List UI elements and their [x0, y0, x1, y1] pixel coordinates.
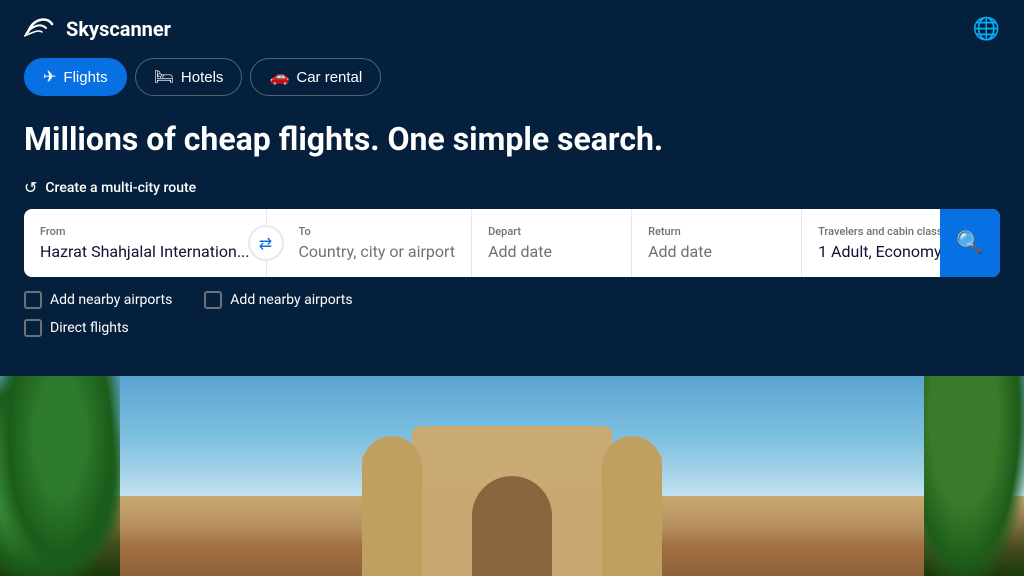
tab-hotels-label: Hotels [181, 69, 224, 86]
add-nearby-from-checkbox[interactable]: Add nearby airports [24, 291, 172, 309]
add-nearby-to-label: Add nearby airports [230, 292, 352, 308]
tab-hotels[interactable]: 🛏 Hotels [135, 58, 243, 96]
from-value: Hazrat Shahjalal Internation... [40, 242, 250, 261]
logo: Skyscanner [24, 14, 171, 44]
return-label: Return [648, 225, 785, 238]
search-bar: From Hazrat Shahjalal Internation... ⇄ T… [24, 209, 1000, 277]
to-field[interactable]: To Country, city or airport [267, 209, 473, 277]
direct-flights-row: Direct flights [24, 319, 1000, 337]
hotels-icon: 🛏 [154, 67, 174, 87]
skyscanner-logo-icon [24, 14, 56, 44]
app-name: Skyscanner [66, 17, 171, 41]
tab-car-rental[interactable]: 🚗 Car rental [250, 58, 381, 96]
depart-field[interactable]: Depart Add date [472, 209, 632, 277]
nav-tabs: ✈ Flights 🛏 Hotels 🚗 Car rental [0, 58, 1024, 112]
car-icon: 🚗 [269, 67, 289, 87]
hero-section: Millions of cheap flights. One simple se… [0, 112, 1024, 357]
tab-car-label: Car rental [296, 69, 362, 86]
gate-tower-left [362, 436, 422, 576]
header: Skyscanner 🌐 [0, 0, 1024, 58]
multi-city-link[interactable]: ↺ Create a multi-city route [24, 178, 1000, 197]
add-nearby-from-label: Add nearby airports [50, 292, 172, 308]
gate-arch [472, 476, 552, 576]
hero-title: Millions of cheap flights. One simple se… [24, 120, 1000, 158]
swap-icon: ⇄ [259, 234, 272, 253]
return-placeholder: Add date [648, 242, 785, 261]
checkbox-box-nearby-to[interactable] [204, 291, 222, 309]
multi-city-icon: ↺ [24, 178, 37, 197]
multi-city-label: Create a multi-city route [45, 180, 196, 196]
filter-row: Add nearby airports Add nearby airports [24, 291, 1000, 309]
return-field[interactable]: Return Add date [632, 209, 802, 277]
direct-flights-label: Direct flights [50, 320, 129, 336]
building [262, 426, 762, 576]
tree-right [924, 376, 1024, 576]
search-button[interactable]: 🔍 [940, 209, 1000, 277]
tab-flights-label: Flights [63, 69, 107, 86]
to-placeholder: Country, city or airport [299, 242, 456, 261]
add-nearby-to-checkbox[interactable]: Add nearby airports [204, 291, 352, 309]
tab-flights[interactable]: ✈ Flights [24, 58, 127, 96]
depart-label: Depart [488, 225, 615, 238]
globe-icon[interactable]: 🌐 [973, 17, 1000, 42]
search-icon: 🔍 [956, 230, 983, 256]
depart-placeholder: Add date [488, 242, 615, 261]
from-field[interactable]: From Hazrat Shahjalal Internation... ⇄ [24, 209, 267, 277]
gate-tower-right [602, 436, 662, 576]
background-scene [0, 376, 1024, 576]
swap-button[interactable]: ⇄ [248, 225, 284, 261]
from-label: From [40, 225, 250, 238]
checkbox-box-direct[interactable] [24, 319, 42, 337]
hero-background-image [0, 376, 1024, 576]
checkbox-box-nearby-from[interactable] [24, 291, 42, 309]
to-label: To [299, 225, 456, 238]
tree-left [0, 376, 120, 576]
flights-icon: ✈ [43, 67, 56, 87]
direct-flights-checkbox[interactable]: Direct flights [24, 319, 129, 337]
